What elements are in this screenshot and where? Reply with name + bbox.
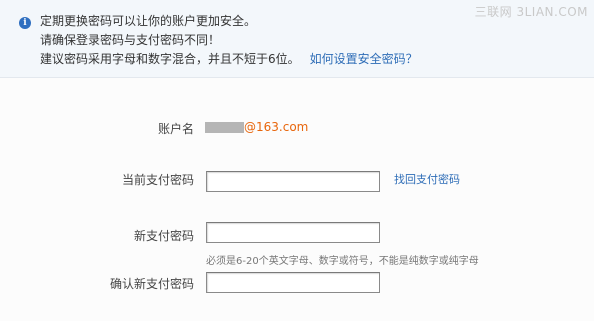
info-icon: i: [19, 17, 31, 29]
current-password-label: 当前支付密码: [121, 173, 194, 187]
password-form: 账户名 @163.com 当前支付密码 找回支付密码 新支付密码 必须是6-20…: [0, 78, 594, 321]
change-payment-password-page: i 定期更换密码可以让你的账户更加安全。 请确保登录密码与支付密码不同！ 建议密…: [0, 0, 594, 321]
notice-line-3: 建议密码采用字母和数字混合，并且不短于6位。 如何设置安全密码？: [40, 51, 418, 67]
confirm-password-label: 确认新支付密码: [109, 277, 194, 291]
masked-account-name: [205, 122, 244, 133]
notice-line-1: 定期更换密码可以让你的账户更加安全。: [40, 14, 257, 28]
notice-line-2: 请确保登录密码与支付密码不同！: [40, 33, 221, 47]
password-rule-hint: 必须是6-20个英文字母、数字或符号，不能是纯数字或纯字母: [206, 256, 479, 267]
confirm-password-input[interactable]: [206, 272, 380, 293]
current-password-input[interactable]: [206, 171, 380, 192]
notice-line-3-text: 建议密码采用字母和数字混合，并且不短于6位。: [40, 52, 300, 66]
new-password-label: 新支付密码: [133, 229, 194, 243]
new-password-input[interactable]: [206, 222, 380, 243]
site-watermark: 三联网 3LIAN.COM: [474, 5, 588, 19]
recover-payment-password-link[interactable]: 找回支付密码: [394, 171, 460, 187]
security-notice-panel: i 定期更换密码可以让你的账户更加安全。 请确保登录密码与支付密码不同！ 建议密…: [0, 0, 594, 78]
account-email-domain: @163.com: [244, 120, 309, 134]
account-name-label: 账户名: [157, 122, 194, 136]
how-to-set-secure-password-link[interactable]: 如何设置安全密码？: [310, 52, 418, 66]
